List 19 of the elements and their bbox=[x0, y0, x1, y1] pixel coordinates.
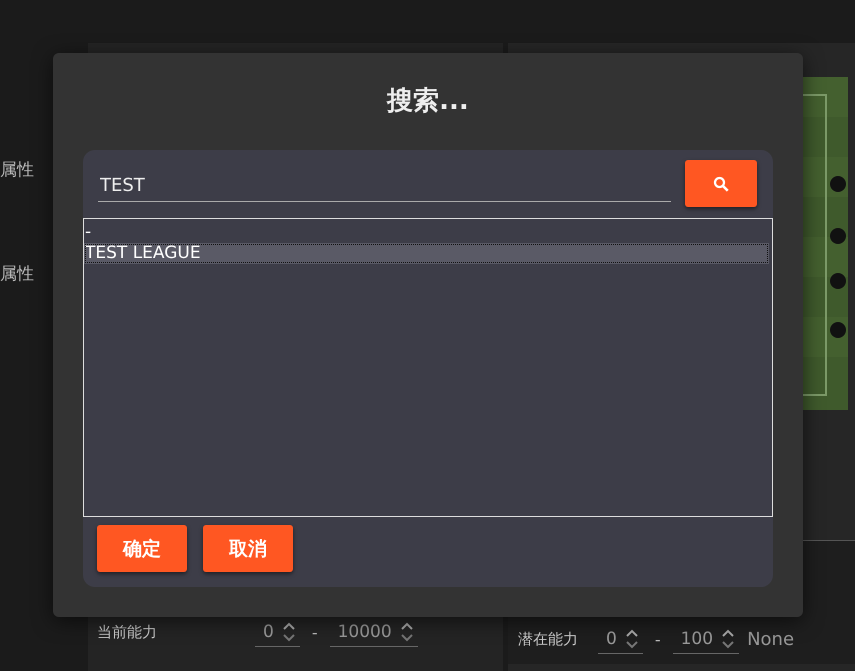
number-spinner[interactable]: 0 bbox=[255, 618, 300, 647]
search-icon bbox=[712, 174, 730, 192]
field-label: 当前能力 bbox=[97, 623, 158, 642]
range-separator: - bbox=[654, 630, 661, 649]
number-spinner[interactable]: 100 bbox=[672, 625, 740, 654]
range-separator: - bbox=[312, 623, 318, 642]
dialog-title: 搜索... bbox=[387, 85, 469, 118]
dialog-button[interactable]: 取消 bbox=[203, 525, 293, 572]
dialog-button[interactable]: 确定 bbox=[97, 525, 187, 572]
section-label: 属性 bbox=[0, 263, 35, 285]
number-spinner[interactable]: 0 bbox=[598, 625, 643, 654]
field-label: 潜在能力 bbox=[518, 630, 579, 649]
value-text: None bbox=[747, 629, 794, 650]
number-spinner[interactable]: 10000 bbox=[330, 618, 418, 647]
section-label: 属性 bbox=[0, 159, 35, 181]
result-item[interactable]: TEST LEAGUE bbox=[84, 243, 769, 264]
result-item[interactable]: - bbox=[84, 222, 769, 243]
search-button[interactable] bbox=[685, 160, 757, 207]
search-field[interactable]: TEST bbox=[98, 170, 671, 202]
